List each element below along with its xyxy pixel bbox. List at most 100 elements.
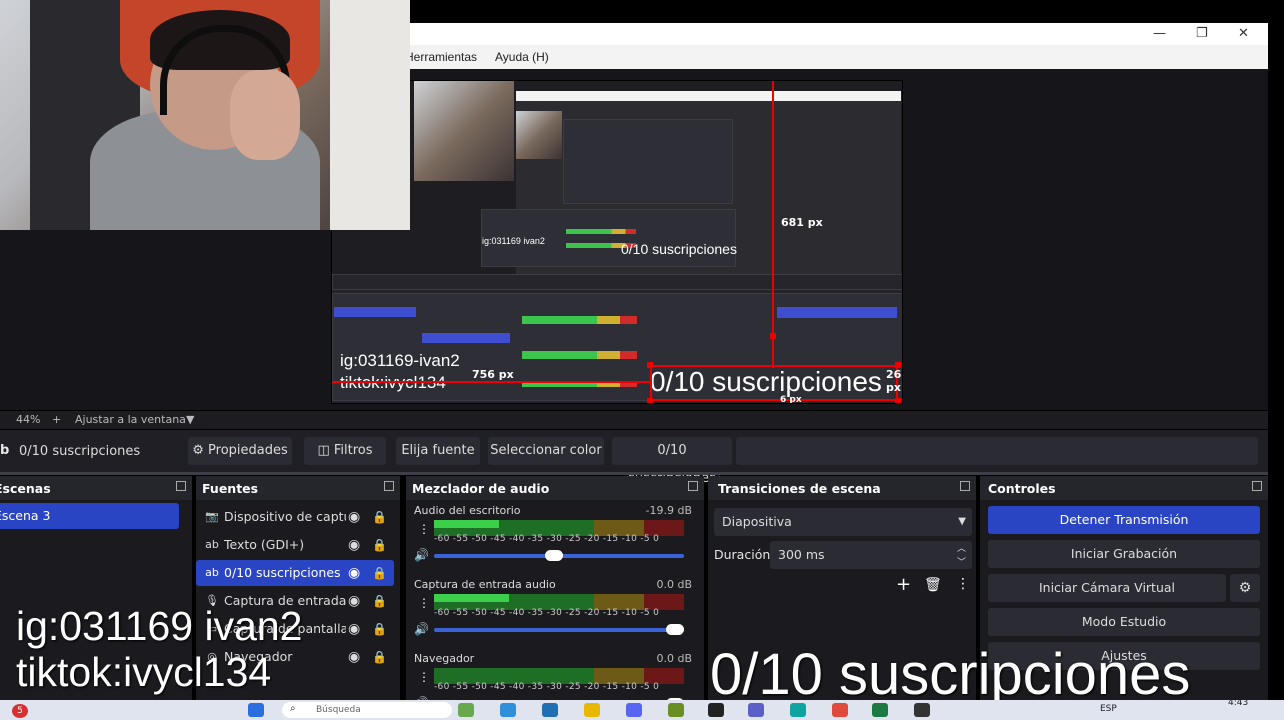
guide-vertical	[772, 81, 774, 368]
channel-name: Captura de entrada audio	[414, 578, 556, 591]
excel-icon[interactable]	[872, 703, 888, 717]
tiktok-overlay-text: tiktok:ivycl134	[16, 649, 272, 695]
nested-toolbar	[332, 274, 902, 290]
dock-splitter[interactable]	[0, 472, 1268, 475]
text-value-field[interactable]: 0/10 suscripciones	[612, 437, 732, 486]
speaker-icon[interactable]: 🔊	[414, 622, 429, 636]
chrome-icon[interactable]	[832, 703, 848, 717]
lock-icon[interactable]: 🔒	[372, 532, 387, 558]
lock-icon[interactable]: 🔒	[372, 644, 387, 670]
more-icon[interactable]: ⋮	[418, 596, 430, 610]
trash-icon[interactable]: 🗑	[924, 577, 942, 593]
folder-icon[interactable]	[584, 703, 600, 717]
eye-icon[interactable]: ◉	[348, 644, 360, 670]
transition-select[interactable]: Diapositiva ▼	[714, 508, 972, 536]
float-icon[interactable]	[384, 481, 394, 491]
float-icon[interactable]	[960, 481, 970, 491]
meter-ticks: -60 -55 -50 -45 -40 -35 -30 -25 -20 -15 …	[434, 608, 660, 618]
close-button[interactable]: ✕	[1238, 26, 1249, 41]
properties-button[interactable]: ⚙ Propiedades	[188, 437, 292, 465]
restore-button[interactable]: ❐	[1196, 26, 1208, 41]
clock[interactable]: 4:43	[1228, 698, 1248, 708]
source-toolbar: 0/10 suscripciones b ⚙ Propiedades ◫ Fil…	[0, 430, 1268, 486]
search-placeholder: Búsqueda	[316, 705, 361, 715]
stop-stream-button[interactable]: Detener Transmisión	[988, 506, 1260, 534]
menu-ayuda[interactable]: Ayuda (H)	[495, 50, 549, 64]
nested-meter-1	[522, 316, 637, 324]
zoom-plus-button[interactable]: +	[52, 413, 61, 426]
notification-badge[interactable]: 5	[12, 704, 28, 718]
virtual-camera-button[interactable]: Iniciar Cámara Virtual	[988, 574, 1226, 602]
lock-icon[interactable]: 🔒	[372, 560, 387, 586]
fit-window-button[interactable]: Ajustar a la ventana	[75, 413, 186, 426]
speaker-icon[interactable]: 🔊	[414, 548, 429, 562]
windows-start-icon[interactable]	[248, 703, 264, 717]
fps-icon[interactable]	[708, 703, 724, 717]
minecraft-icon[interactable]	[668, 703, 684, 717]
discord-icon[interactable]	[626, 703, 642, 717]
volume-slider[interactable]	[434, 550, 684, 561]
filters-button[interactable]: ◫ Filtros	[304, 437, 386, 465]
search-box[interactable]: ⌕ Búsqueda	[282, 702, 452, 718]
more-icon[interactable]: ⋮	[418, 670, 430, 684]
menu-herramientas[interactable]: Herramientas	[405, 50, 477, 64]
more-icon[interactable]: ⋮	[956, 576, 970, 592]
chevron-down-icon[interactable]: ▼	[186, 413, 194, 426]
search-icon: ⌕	[290, 703, 296, 714]
edge-icon[interactable]	[790, 703, 806, 717]
measure-bottom: 6 px	[780, 395, 802, 404]
language-indicator[interactable]: ESP	[1100, 704, 1117, 714]
mixer-channel: Captura de entrada audio 0.0 dB ⋮ -60 -55 -…	[412, 578, 694, 652]
lock-icon[interactable]: 🔒	[372, 616, 387, 642]
source-item[interactable]: ab Texto (GDI+) ◉ 🔒	[196, 532, 394, 558]
eye-icon[interactable]: ◉	[348, 532, 360, 558]
zoom-value[interactable]: 44%	[16, 413, 40, 426]
duration-stepper[interactable]: 300 ms ︿ ﹀	[770, 541, 972, 569]
selection-box[interactable]	[650, 365, 898, 401]
float-icon[interactable]	[688, 481, 698, 491]
choose-source-button[interactable]: Elija fuente	[396, 437, 480, 465]
store-icon[interactable]	[542, 703, 558, 717]
meter-level	[434, 594, 509, 602]
filter-icon: ◫	[317, 443, 330, 458]
scene-item[interactable]: Escena 3	[0, 503, 179, 529]
mixer-channel: Audio del escritorio -19.9 dB ⋮ -60 -55 -50…	[412, 504, 694, 578]
studio-mode-button[interactable]: Modo Estudio	[988, 608, 1260, 636]
lock-icon[interactable]: 🔒	[372, 588, 387, 614]
channel-db: -19.9 dB	[645, 504, 693, 517]
zoom-bar: 44% + Ajustar a la ventana ▼	[0, 411, 1268, 429]
eye-icon[interactable]: ◉	[348, 560, 360, 586]
transition-value: Diapositiva	[722, 514, 792, 529]
more-icon[interactable]: ⋮	[418, 522, 430, 536]
float-icon[interactable]	[176, 481, 186, 491]
eye-icon[interactable]: ◉	[348, 616, 360, 642]
teams-icon[interactable]	[748, 703, 764, 717]
obs-icon[interactable]	[914, 703, 930, 717]
add-icon[interactable]: +	[896, 574, 911, 595]
volume-slider[interactable]	[434, 624, 684, 635]
start-recording-button[interactable]: Iniciar Grabación	[988, 540, 1260, 568]
preview-canvas[interactable]: 0/10 suscripciones ig:031169 ivan2 681 p…	[331, 80, 903, 404]
resize-handle-top[interactable]	[770, 333, 776, 339]
chevron-down-icon: ▼	[958, 516, 966, 527]
nested-scene-selected	[334, 307, 416, 317]
slider-knob[interactable]	[666, 624, 684, 635]
lock-icon[interactable]: 🔒	[372, 504, 387, 530]
measure-right: 26 px	[886, 368, 902, 394]
eye-icon[interactable]: ◉	[348, 588, 360, 614]
chevron-down-icon[interactable]: ﹀	[957, 549, 966, 577]
ig-overlay-text: ig:031169 ivan2	[16, 603, 303, 649]
source-item[interactable]: ab 0/10 suscripciones ◉ 🔒	[196, 560, 394, 586]
widgets-icon[interactable]	[458, 703, 474, 717]
gear-icon[interactable]: ⚙	[1230, 574, 1260, 602]
resize-handle-bl[interactable]	[647, 398, 653, 403]
eye-icon[interactable]: ◉	[348, 504, 360, 530]
slider-knob[interactable]	[545, 550, 564, 561]
minimize-button[interactable]: —	[1153, 26, 1166, 41]
resize-handle-tl[interactable]	[647, 362, 653, 368]
select-color-button[interactable]: Seleccionar color	[488, 437, 604, 465]
source-item[interactable]: 📷 Dispositivo de captura de video◉ 🔒	[196, 504, 394, 530]
copilot-icon[interactable]	[500, 703, 516, 717]
float-icon[interactable]	[1252, 481, 1262, 491]
resize-handle-br[interactable]	[895, 398, 901, 403]
